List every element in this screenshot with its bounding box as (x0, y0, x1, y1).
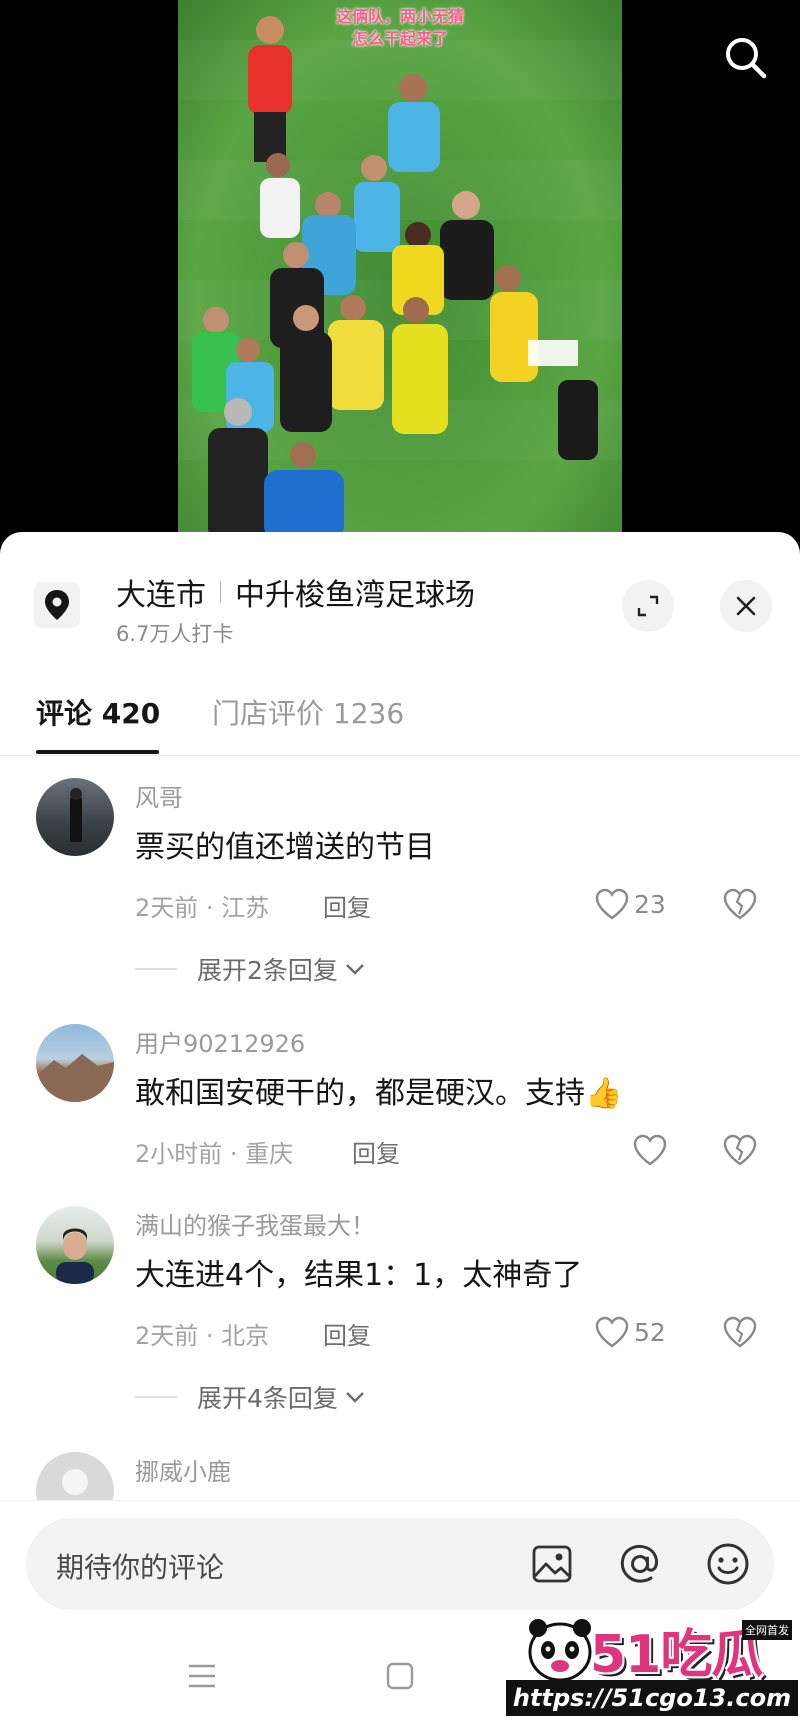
comment-input-bar[interactable]: 期待你的评论 (26, 1518, 774, 1610)
nav-menu-button[interactable] (172, 1654, 232, 1698)
like-button[interactable] (632, 1130, 672, 1170)
broken-heart-icon (723, 1316, 757, 1348)
chevron-down-icon (346, 1392, 364, 1403)
reply-button[interactable]: 回复 (323, 888, 371, 923)
tab-comments[interactable]: 评论 420 (36, 692, 160, 756)
comment-item: 风哥 票买的值还增送的节目 2天前 · 江苏 回复 23 展开2条回复 (0, 778, 800, 1008)
caption-line-1: 这俩队，两小无猜 (335, 7, 464, 26)
close-icon (736, 596, 756, 616)
location-header[interactable]: 大连市 中升梭鱼湾足球场 6.7万人打卡 (0, 560, 800, 646)
comment-text: 票买的值还增送的节目 (135, 830, 435, 865)
like-count: 23 (634, 889, 666, 919)
dislike-button[interactable] (720, 884, 760, 924)
expand-sheet-button[interactable] (622, 580, 674, 632)
avatar[interactable] (36, 1206, 114, 1284)
heart-icon (595, 888, 629, 920)
watermark-brand: 51吃瓜 (590, 1625, 763, 1685)
search-button[interactable] (718, 30, 774, 86)
tab-store-reviews[interactable]: 门店评价 1236 (212, 692, 404, 756)
comment-meta: 2小时前 · 重庆 (135, 1140, 294, 1168)
menu-icon (189, 1664, 215, 1688)
players-scene (192, 16, 598, 540)
video-player[interactable]: 这俩队，两小无猜 怎么干起来了 (178, 0, 622, 540)
dislike-button[interactable] (720, 1312, 760, 1352)
watermark-badge: 全网首发 (742, 1620, 792, 1640)
comment-text-body: 敢和国安硬干的，都是硬汉。支持 (135, 1076, 585, 1111)
location-pin-icon (34, 582, 80, 628)
expand-icon (637, 595, 659, 617)
comment-item: 满山的猴子我蛋最大！ 大连进4个，结果1：1，太神奇了 2天前 · 北京 回复 … (0, 1206, 800, 1436)
image-button[interactable] (526, 1538, 578, 1590)
home-square-icon (386, 1662, 414, 1690)
comment-meta: 2天前 · 江苏 (135, 894, 270, 922)
sheet-tabs: 评论 420 门店评价 1236 (0, 692, 800, 756)
broken-heart-icon (723, 1134, 757, 1166)
location-separator (220, 581, 221, 603)
expand-divider (135, 1396, 177, 1398)
image-icon (532, 1545, 572, 1583)
thumbs-up-emoji: 👍 (585, 1076, 623, 1111)
avatar[interactable] (36, 1024, 114, 1102)
like-button[interactable]: 23 (594, 884, 666, 924)
location-checkins: 6.7万人打卡 (116, 622, 234, 646)
location-title[interactable]: 大连市 中升梭鱼湾足球场 (116, 570, 475, 614)
expand-replies-label: 展开2条回复 (197, 956, 338, 985)
heart-icon (595, 1316, 629, 1348)
location-venue: 中升梭鱼湾足球场 (235, 578, 475, 613)
broken-heart-icon (723, 888, 757, 920)
comment-username[interactable]: 挪威小鹿 (135, 1452, 231, 1487)
heart-icon (633, 1134, 667, 1166)
reply-button[interactable]: 回复 (352, 1134, 400, 1169)
avatar[interactable] (36, 1452, 114, 1500)
comment-meta: 2天前 · 北京 (135, 1322, 270, 1350)
comment-text: 敢和国安硬干的，都是硬汉。支持👍 (135, 1068, 622, 1112)
like-button[interactable]: 52 (594, 1312, 666, 1352)
comment-username[interactable]: 满山的猴子我蛋最大！ (135, 1206, 375, 1241)
at-sign-icon (620, 1544, 658, 1583)
input-divider (0, 1500, 800, 1501)
dislike-button[interactable] (720, 1130, 760, 1170)
chevron-down-icon (346, 964, 364, 975)
comment-input[interactable]: 期待你的评论 (56, 1546, 224, 1586)
expand-replies-label: 展开4条回复 (197, 1384, 338, 1413)
comment-text: 大连进4个，结果1：1，太神奇了 (135, 1258, 583, 1293)
nav-home-button[interactable] (370, 1654, 430, 1698)
video-area[interactable]: 这俩队，两小无猜 怎么干起来了 (0, 0, 800, 560)
app-root: 这俩队，两小无猜 怎么干起来了 大连市 中升梭鱼湾足球场 6.7万人打卡 评论 … (0, 0, 800, 1723)
comment-item: 挪威小鹿 (0, 1452, 800, 1500)
search-icon (726, 38, 767, 79)
video-caption: 这俩队，两小无猜 怎么干起来了 (178, 6, 622, 50)
comment-username[interactable]: 用户90212926 (135, 1024, 305, 1059)
expand-divider (135, 968, 177, 970)
comment-item: 用户90212926 敢和国安硬干的，都是硬汉。支持👍 2小时前 · 重庆 回复 (0, 1024, 800, 1184)
expand-replies-button[interactable]: 展开2条回复 (135, 952, 366, 986)
caption-line-2: 怎么干起来了 (351, 29, 448, 48)
emoji-button[interactable] (702, 1538, 754, 1590)
active-tab-indicator (36, 750, 159, 754)
close-button[interactable] (720, 580, 772, 632)
reply-button[interactable]: 回复 (323, 1316, 371, 1351)
watermark: 51吃瓜 全网首发 https://51cgo13.com (506, 1608, 798, 1720)
watermark-url: https://51cgo13.com (506, 1680, 798, 1716)
avatar[interactable] (36, 778, 114, 856)
expand-replies-button[interactable]: 展开4条回复 (135, 1380, 366, 1414)
like-count: 52 (634, 1317, 666, 1347)
comment-username[interactable]: 风哥 (135, 778, 183, 813)
location-city: 大连市 (116, 578, 206, 613)
mention-button[interactable] (614, 1538, 666, 1590)
smiley-icon (707, 1543, 749, 1585)
watermark-mascot-icon (528, 1619, 592, 1682)
